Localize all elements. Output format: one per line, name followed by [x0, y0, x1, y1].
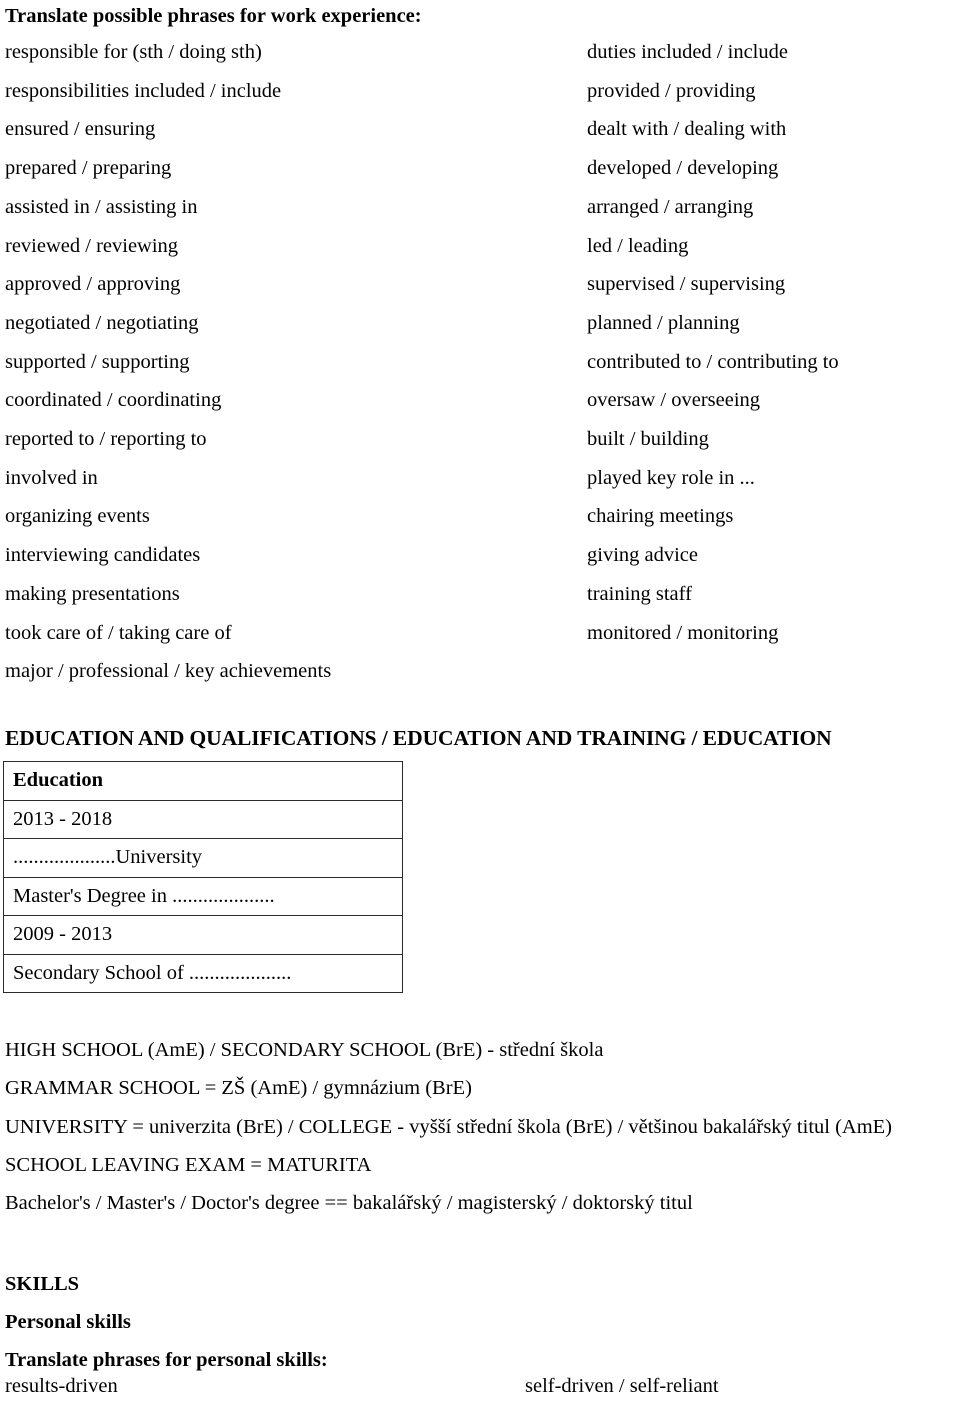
phrase-left: negotiated / negotiating — [5, 311, 199, 334]
skills-phrase-row: results-driven self-driven / self-relian… — [5, 1369, 955, 1403]
education-table-header-cell: Education — [3, 761, 403, 801]
phrase-row: interviewing candidates giving advice — [5, 536, 955, 575]
phrase-left: approved / approving — [5, 273, 181, 296]
education-table-cell: 2009 - 2013 — [3, 915, 403, 955]
phrase-right: arranged / arranging — [587, 195, 754, 218]
education-table-cell: ....................University — [3, 838, 403, 878]
phrase-right: monitored / monitoring — [587, 621, 779, 644]
phrase-row: reviewed / reviewing led / leading — [5, 227, 955, 266]
phrase-row: assisted in / assisting in arranged / arr… — [5, 188, 955, 227]
phrase-row: negotiated / negotiating planned / planni… — [5, 304, 955, 343]
phrase-row: approved / approving supervised / supervi… — [5, 265, 955, 304]
phrase-row: involved in played key role in ... — [5, 459, 955, 498]
phrase-row: responsible for (sth / doing sth) duties … — [5, 33, 955, 72]
phrase-right: giving advice — [587, 544, 699, 567]
glossary-line: GRAMMAR SCHOOL = ZŠ (AmE) / gymnázium (B… — [5, 1077, 472, 1100]
phrase-left: ensured / ensuring — [5, 118, 156, 141]
phrase-left: involved in — [5, 466, 98, 489]
phrase-right: dealt with / dealing with — [587, 118, 787, 141]
phrase-left: assisted in / assisting in — [5, 195, 198, 218]
phrase-right: contributed to / contributing to — [587, 350, 839, 373]
education-table-row: ....................University — [3, 838, 403, 878]
education-table-row: Secondary School of .................... — [3, 953, 403, 993]
phrase-row: prepared / preparing developed / developi… — [5, 149, 955, 188]
phrase-right: provided / providing — [587, 79, 756, 102]
education-table-row: Master's Degree in .................... — [3, 876, 403, 916]
education-table: Education 2013 - 2018....................… — [3, 761, 403, 993]
phrase-row: major / professional / key achievements — [5, 652, 955, 691]
phrase-row: took care of / taking care of monitored /… — [5, 614, 955, 653]
education-table-cell: Master's Degree in .................... — [3, 876, 403, 916]
education-table-row: 2013 - 2018 — [3, 799, 403, 839]
education-table-cell: 2013 - 2018 — [3, 799, 403, 839]
phrase-left: interviewing candidates — [5, 544, 201, 567]
phrase-right: oversaw / overseeing — [587, 389, 761, 412]
phrase-row: responsibilities included / include provi… — [5, 72, 955, 111]
glossary-line: SCHOOL LEAVING EXAM = MATURITA — [5, 1153, 372, 1176]
phrase-left: supported / supporting — [5, 350, 190, 373]
phrase-right: developed / developing — [587, 157, 779, 180]
skills-phrase-left: results-driven — [5, 1375, 118, 1397]
glossary-line: HIGH SCHOOL (AmE) / SECONDARY SCHOOL (Br… — [5, 1039, 604, 1061]
glossary-line: Bachelor's / Master's / Doctor's degree … — [5, 1192, 693, 1215]
glossary-line: UNIVERSITY = univerzita (BrE) / COLLEGE … — [5, 1115, 893, 1138]
phrase-right: training staff — [587, 582, 692, 605]
phrase-right: supervised / supervising — [587, 273, 786, 296]
skills-phrase-right: self-driven / self-reliant — [525, 1375, 719, 1397]
phrase-row: supported / supporting contributed to / c… — [5, 343, 955, 382]
education-table-row: Education — [3, 761, 403, 801]
education-table-cell: Secondary School of .................... — [3, 953, 403, 993]
phrase-right: chairing meetings — [587, 505, 734, 528]
phrase-right: built / building — [587, 428, 709, 450]
phrase-left: responsible for (sth / doing sth) — [5, 41, 262, 63]
phrase-left: major / professional / key achievements — [5, 660, 332, 683]
phrase-row: ensured / ensuring dealt with / dealing w… — [5, 110, 955, 149]
phrase-left: responsibilities included / include — [5, 79, 282, 102]
phrase-row: coordinated / coordinating oversaw / over… — [5, 381, 955, 420]
phrase-left: reviewed / reviewing — [5, 234, 179, 257]
phrase-left: organizing events — [5, 505, 150, 528]
phrase-right: played key role in ... — [587, 466, 755, 489]
phrase-right: planned / planning — [587, 311, 740, 334]
phrase-left: took care of / taking care of — [5, 621, 232, 644]
phrases-section-title: Translate possible phrases for work expe… — [5, 5, 422, 27]
personal-skills-subheading: Personal skills — [5, 1311, 131, 1333]
phrase-left: making presentations — [5, 582, 180, 605]
phrase-row: making presentations training staff — [5, 575, 955, 614]
phrase-row: organizing events chairing meetings — [5, 497, 955, 536]
skills-section-heading: SKILLS — [5, 1273, 80, 1295]
education-section-heading: EDUCATION AND QUALIFICATIONS / EDUCATION… — [5, 726, 832, 750]
document-page: Translate possible phrases for work expe… — [0, 0, 960, 1403]
phrase-right: duties included / include — [587, 41, 788, 63]
phrase-right: led / leading — [587, 234, 689, 257]
phrase-left: prepared / preparing — [5, 157, 172, 180]
education-table-row: 2009 - 2013 — [3, 915, 403, 955]
phrase-left: reported to / reporting to — [5, 428, 207, 450]
phrase-left: coordinated / coordinating — [5, 389, 222, 412]
phrase-row: reported to / reporting to built / buildi… — [5, 420, 955, 459]
